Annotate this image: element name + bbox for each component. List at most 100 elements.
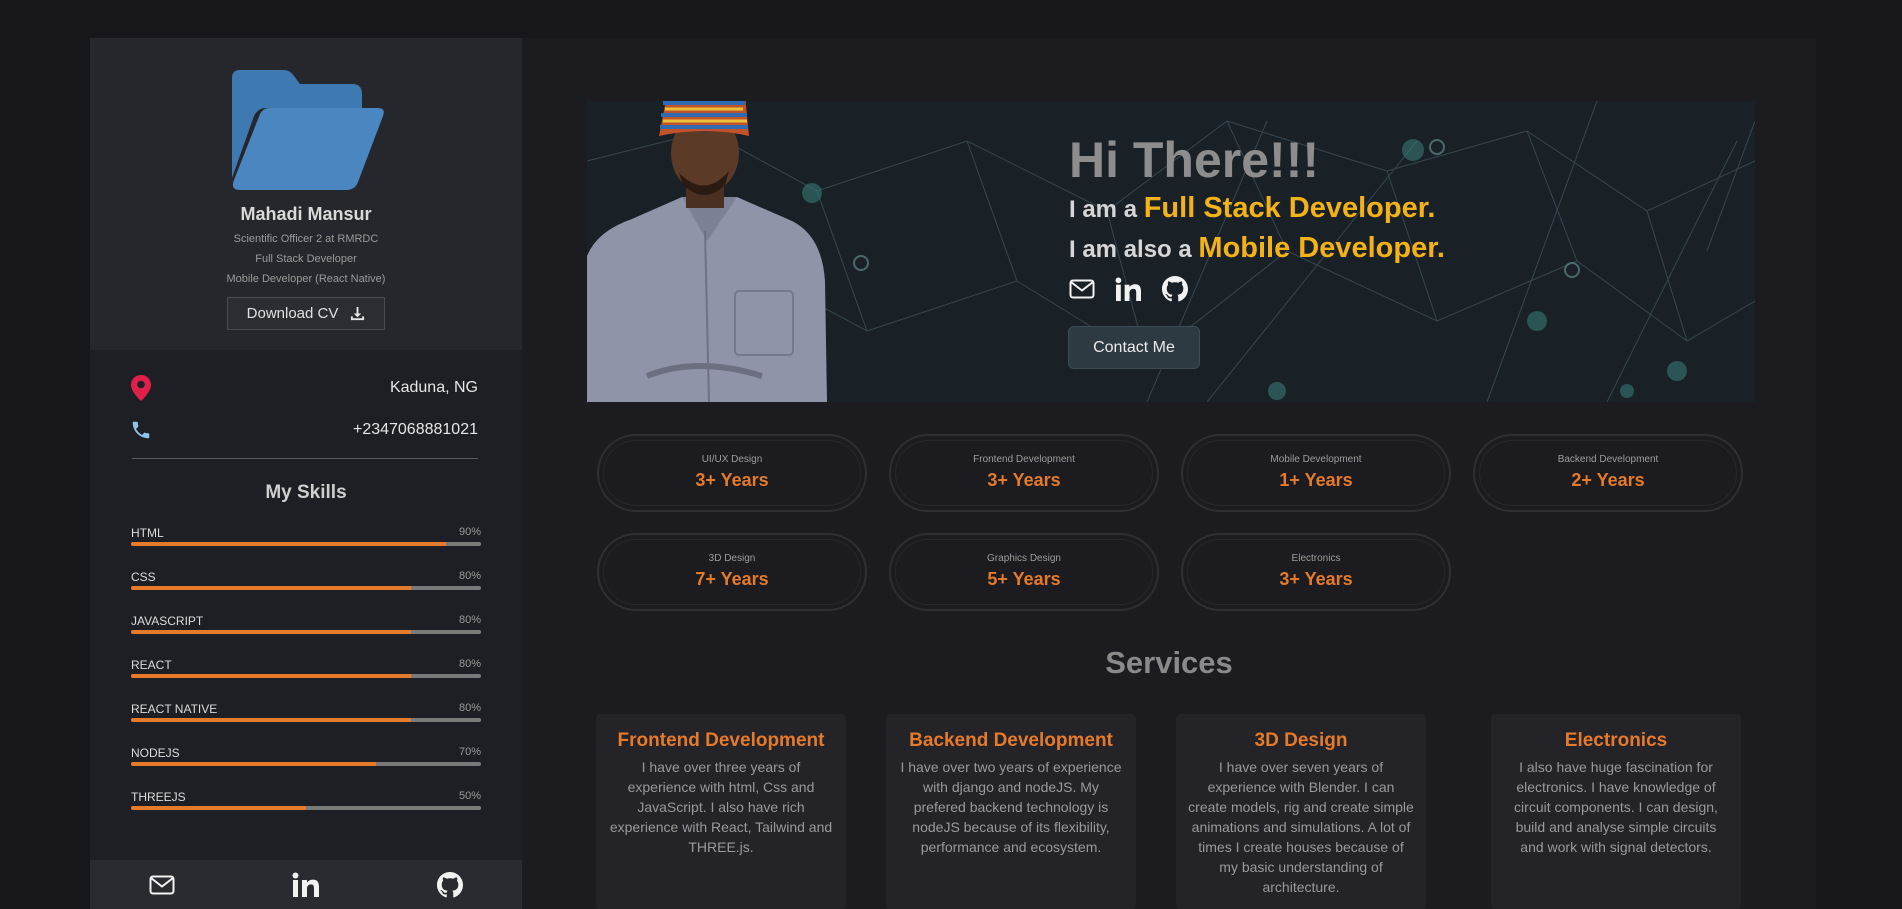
experience-pill: Mobile Development 1+ Years: [1181, 434, 1451, 512]
service-description: I have over two years of experience with…: [900, 759, 1122, 855]
experience-years: 1+ Years: [1279, 470, 1353, 490]
service-title: Electronics: [1564, 730, 1668, 751]
skill-percent: 80%: [458, 614, 481, 626]
experience-years: 3+ Years: [695, 470, 769, 490]
skill-percent: 80%: [458, 702, 481, 714]
sidebar-social-bar: [90, 860, 522, 909]
location-pin-icon: [131, 375, 151, 401]
service-description: I have over seven years of experience wi…: [1188, 759, 1414, 895]
skill-progress-fill: [131, 630, 411, 634]
service-card: Frontend Development I have over three ye…: [596, 714, 846, 909]
skill-progress-fill: [131, 718, 411, 722]
main-content: Hi There!!! I am a Full Stack Developer.…: [522, 38, 1816, 909]
service-description: I also have huge fascination for electro…: [1514, 759, 1718, 855]
experience-pill: Graphics Design 5+ Years: [889, 533, 1159, 611]
mail-icon[interactable]: [149, 875, 175, 895]
phone-text: +2347068881021: [352, 421, 478, 438]
skill-row: CSS 80%: [131, 570, 481, 594]
experience-years: 5+ Years: [987, 569, 1061, 589]
service-card: Backend Development I have over two years…: [886, 714, 1136, 909]
skill-progress-bar: [131, 762, 481, 766]
hero-line-mobile: I am also a Mobile Developer.: [1069, 232, 1445, 265]
skill-name: REACT NATIVE: [131, 702, 218, 716]
contact-me-button[interactable]: Contact Me: [1068, 326, 1200, 369]
github-icon[interactable]: [1162, 276, 1188, 302]
phone-icon: [132, 421, 150, 439]
skill-progress-fill: [131, 806, 306, 810]
hero-social-icons: [1069, 276, 1188, 302]
skill-name: HTML: [131, 526, 164, 540]
experience-label: Graphics Design: [987, 553, 1061, 564]
skill-name: NODEJS: [131, 746, 180, 760]
linkedin-icon[interactable]: [292, 872, 320, 898]
service-card: 3D Design I have over seven years of expe…: [1176, 714, 1426, 909]
mail-icon[interactable]: [1069, 279, 1095, 299]
skill-name: THREEJS: [131, 790, 186, 804]
experience-years: 7+ Years: [695, 569, 769, 589]
skill-percent: 90%: [458, 526, 481, 538]
skill-row: HTML 90%: [131, 526, 481, 550]
hero-line2-highlight: Mobile Developer.: [1198, 232, 1445, 264]
github-icon[interactable]: [437, 871, 464, 898]
skill-name: JAVASCRIPT: [131, 614, 204, 628]
divider: [132, 458, 478, 459]
skill-percent: 80%: [458, 658, 481, 670]
experience-pill: Electronics 3+ Years: [1181, 533, 1451, 611]
skill-progress-bar: [131, 630, 481, 634]
skill-row: REACT 80%: [131, 658, 481, 682]
portrait-image: [587, 101, 827, 402]
skill-row: THREEJS 50%: [131, 790, 481, 814]
service-title: 3D Design: [1254, 730, 1348, 751]
experience-years: 2+ Years: [1571, 470, 1645, 490]
sidebar: Mahadi Mansur Scientific Officer 2 at RM…: [90, 38, 522, 909]
skill-progress-fill: [131, 762, 376, 766]
skill-progress-bar: [131, 586, 481, 590]
skill-progress-bar: [131, 542, 481, 546]
profile-card: Mahadi Mansur Scientific Officer 2 at RM…: [90, 38, 522, 350]
download-cv-button[interactable]: Download CV: [227, 297, 385, 330]
skill-percent: 80%: [458, 570, 481, 582]
location-row: Kaduna, NG: [130, 374, 478, 402]
hero-line-fullstack: I am a Full Stack Developer.: [1069, 192, 1435, 225]
linkedin-icon[interactable]: [1115, 276, 1142, 302]
experience-label: Electronics: [1291, 553, 1341, 564]
experience-pill: Backend Development 2+ Years: [1473, 434, 1743, 512]
skill-progress-bar: [131, 718, 481, 722]
skill-percent: 70%: [458, 746, 481, 758]
service-title: Frontend Development: [617, 730, 825, 751]
profile-role-fullstack: Full Stack Developer: [255, 253, 357, 265]
location-text: Kaduna, NG: [389, 379, 478, 396]
experience-years: 3+ Years: [1279, 569, 1353, 589]
skill-progress-bar: [131, 806, 481, 810]
skill-progress-fill: [131, 542, 446, 546]
profile-role-officer: Scientific Officer 2 at RMRDC: [233, 233, 379, 245]
service-title: Backend Development: [909, 730, 1113, 751]
profile-name: Mahadi Mansur: [240, 204, 372, 224]
phone-row: +2347068881021: [130, 416, 478, 444]
download-icon: [351, 306, 365, 321]
skill-progress-bar: [131, 674, 481, 678]
experience-pill: 3D Design 7+ Years: [597, 533, 867, 611]
hero-line1-prefix: I am a: [1069, 196, 1144, 223]
service-description: I have over three years of experience wi…: [609, 759, 833, 855]
experience-label: Mobile Development: [1270, 454, 1362, 465]
skill-row: NODEJS 70%: [131, 746, 481, 770]
skill-row: REACT NATIVE 80%: [131, 702, 481, 726]
skill-name: CSS: [131, 570, 156, 584]
experience-label: Backend Development: [1557, 454, 1659, 465]
skill-progress-fill: [131, 674, 411, 678]
experience-label: Frontend Development: [973, 454, 1075, 465]
skills-title: My Skills: [265, 482, 347, 503]
experience-years: 3+ Years: [987, 470, 1061, 490]
hero-line1-highlight: Full Stack Developer.: [1143, 192, 1436, 224]
service-card: Electronics I also have huge fascination …: [1491, 714, 1741, 909]
skill-row: JAVASCRIPT 80%: [131, 614, 481, 638]
services-title: Services: [1105, 645, 1233, 680]
experience-label: 3D Design: [708, 553, 756, 564]
experience-label: UI/UX Design: [701, 454, 763, 465]
skill-percent: 50%: [458, 790, 481, 802]
experience-pill: Frontend Development 3+ Years: [889, 434, 1159, 512]
skill-name: REACT: [131, 658, 172, 672]
experience-pill: UI/UX Design 3+ Years: [597, 434, 867, 512]
download-cv-label: Download CV: [246, 305, 339, 322]
